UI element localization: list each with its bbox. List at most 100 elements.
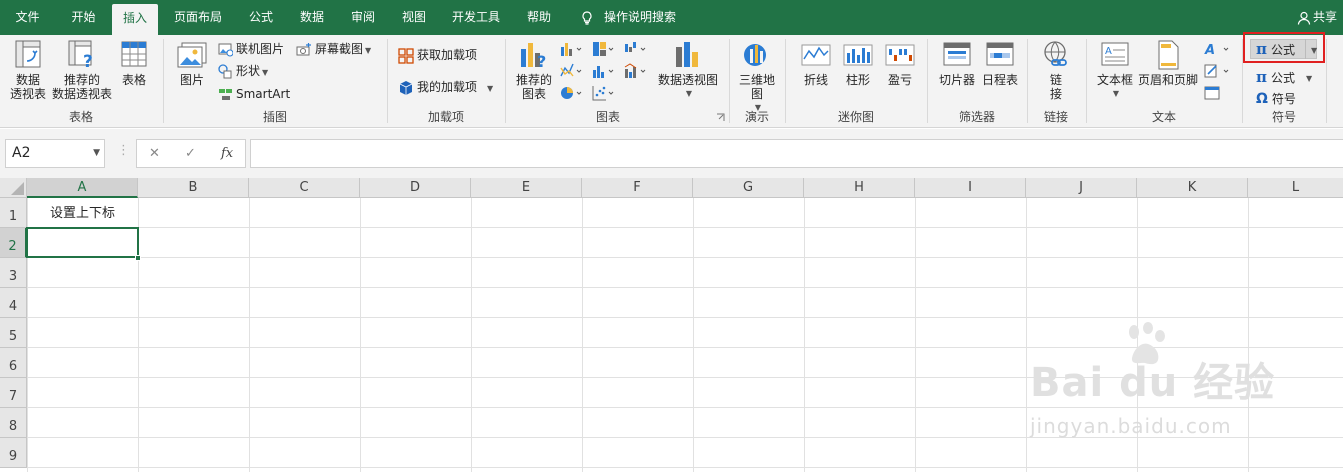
pivot-table-icon <box>15 40 41 68</box>
sparkline-winloss-icon <box>885 44 915 66</box>
row-header-8[interactable]: 8 <box>0 408 27 438</box>
header-footer-button[interactable]: 页眉和页脚 <box>1136 39 1200 87</box>
sparkline-winloss-label: 盈亏 <box>887 73 912 87</box>
stat-chart-icon[interactable] <box>592 63 616 79</box>
column-header-f[interactable]: F <box>582 178 693 198</box>
column-header-l[interactable]: L <box>1248 178 1343 198</box>
column-header-e[interactable]: E <box>471 178 582 198</box>
slicer-label: 切片器 <box>938 73 975 87</box>
my-addins-button[interactable]: 我的加载项 ▼ <box>398 77 493 97</box>
picture-icon <box>177 42 207 68</box>
get-addins-button[interactable]: 获取加载项 <box>398 45 477 65</box>
tab-data[interactable]: 数据 <box>288 0 336 35</box>
tab-home[interactable]: 开始 <box>55 0 112 35</box>
tab-file[interactable]: 文件 <box>0 0 55 35</box>
column-header-a[interactable]: A <box>27 178 138 198</box>
share-button[interactable]: 共享 <box>1297 0 1337 35</box>
tab-page-layout[interactable]: 页面布局 <box>162 0 234 35</box>
ribbon-divider <box>1326 39 1327 123</box>
pictures-button[interactable]: 图片 <box>172 39 212 87</box>
row-header-7[interactable]: 7 <box>0 378 27 408</box>
recommended-pivot-label-2: 数据透视表 <box>51 87 112 101</box>
column-header-b[interactable]: B <box>138 178 249 198</box>
table-button[interactable]: 表格 <box>114 39 154 87</box>
textbox-icon: A <box>1101 42 1129 66</box>
name-box-value: A2 <box>12 145 31 161</box>
column-header-d[interactable]: D <box>360 178 471 198</box>
signature-line-icon[interactable] <box>1204 63 1234 79</box>
wordart-icon[interactable]: A <box>1204 41 1234 57</box>
timeline-button[interactable]: 日程表 <box>980 39 1020 87</box>
dialog-launcher-icon[interactable] <box>716 113 725 122</box>
link-button[interactable]: 链 接 <box>1036 39 1076 101</box>
3d-map-button[interactable]: 三维地 图 ▼ <box>734 39 780 115</box>
pivot-table-button[interactable]: 数据 透视表 <box>4 39 52 101</box>
fill-handle[interactable] <box>135 255 141 261</box>
column-header-i[interactable]: I <box>915 178 1026 198</box>
symbol-button[interactable]: Ω 符号 <box>1256 89 1296 109</box>
recommended-charts-button[interactable]: ? 推荐的 图表 <box>512 39 556 101</box>
textbox-button[interactable]: A 文本框 ▼ <box>1094 39 1136 101</box>
column-header-g[interactable]: G <box>693 178 804 198</box>
column-header-c[interactable]: C <box>249 178 360 198</box>
sparkline-winloss-button[interactable]: 盈亏 <box>880 39 920 87</box>
hierarchy-chart-icon[interactable] <box>592 41 616 57</box>
tab-review[interactable]: 审阅 <box>338 0 388 35</box>
smartart-button[interactable]: SmartArt <box>218 84 290 104</box>
sparkline-column-label: 柱形 <box>845 73 870 87</box>
row-header-3[interactable]: 3 <box>0 258 27 288</box>
formula-bar: A2 ▼ ⋮ ✕ ✓ fx <box>0 129 1343 178</box>
equation-dropdown[interactable]: ▼ <box>1304 67 1312 87</box>
column-header-h[interactable]: H <box>804 178 915 198</box>
recommended-chart-icon: ? <box>521 43 546 71</box>
chevron-down-icon[interactable]: ▼ <box>93 140 100 167</box>
cell-a1[interactable]: 设置上下标 <box>27 198 138 228</box>
name-box[interactable]: A2 ▼ <box>5 139 105 168</box>
equation-button[interactable]: π 公式 <box>1256 67 1295 87</box>
link-label-2: 接 <box>1049 87 1062 101</box>
tab-formulas[interactable]: 公式 <box>236 0 286 35</box>
row-header-2[interactable]: 2 <box>0 228 27 258</box>
pivot-chart-button[interactable]: 数据透视图 ▼ <box>656 39 720 101</box>
3d-map-label-1: 三维地 <box>738 73 775 87</box>
cancel-icon[interactable]: ✕ <box>149 146 160 161</box>
smartart-icon <box>219 89 232 100</box>
sparkline-line-button[interactable]: 折线 <box>796 39 836 87</box>
formula-input[interactable] <box>250 139 1343 168</box>
slicer-button[interactable]: 切片器 <box>934 39 980 87</box>
tab-developer[interactable]: 开发工具 <box>440 0 512 35</box>
row-header-5[interactable]: 5 <box>0 318 27 348</box>
insert-function-icon[interactable]: fx <box>221 146 233 161</box>
screenshot-button[interactable]: 屏幕截图 ▼ <box>296 39 371 59</box>
sparkline-column-button[interactable]: 柱形 <box>838 39 878 87</box>
row-header-9[interactable]: 9 <box>0 438 27 468</box>
tab-insert[interactable]: 插入 <box>112 4 158 35</box>
combo-chart-icon[interactable] <box>624 63 648 79</box>
store-icon <box>398 47 414 64</box>
smartart-label: SmartArt <box>236 87 291 101</box>
object-icon[interactable] <box>1204 85 1222 101</box>
column-header-k[interactable]: K <box>1137 178 1248 198</box>
waterfall-chart-icon[interactable] <box>624 41 648 57</box>
active-cell-a2[interactable] <box>26 227 139 258</box>
row-header-1[interactable]: 1 <box>0 198 27 228</box>
row-header-6[interactable]: 6 <box>0 348 27 378</box>
3d-map-label-2: 图 <box>750 87 763 101</box>
select-all-button[interactable] <box>0 178 27 198</box>
row-header-4[interactable]: 4 <box>0 288 27 318</box>
tab-view[interactable]: 视图 <box>390 0 438 35</box>
confirm-icon[interactable]: ✓ <box>185 146 196 161</box>
online-pictures-button[interactable]: 联机图片 <box>218 39 284 59</box>
scatter-chart-icon[interactable] <box>592 85 616 101</box>
shapes-button[interactable]: 形状 ▼ <box>218 61 268 81</box>
pie-chart-icon[interactable] <box>560 85 584 101</box>
group-label-symbols: 符号 <box>1271 110 1296 124</box>
sparkline-line-label: 折线 <box>803 73 828 87</box>
column-header-j[interactable]: J <box>1026 178 1137 198</box>
column-chart-icon[interactable] <box>560 41 584 57</box>
recommended-pivot-button[interactable]: ? 推荐的 数据透视表 <box>50 39 114 101</box>
tell-me-search[interactable]: 操作说明搜索 <box>580 0 676 35</box>
line-chart-icon[interactable] <box>560 63 584 79</box>
tab-help[interactable]: 帮助 <box>514 0 564 35</box>
drag-handle-icon[interactable]: ⋮ <box>117 143 130 158</box>
